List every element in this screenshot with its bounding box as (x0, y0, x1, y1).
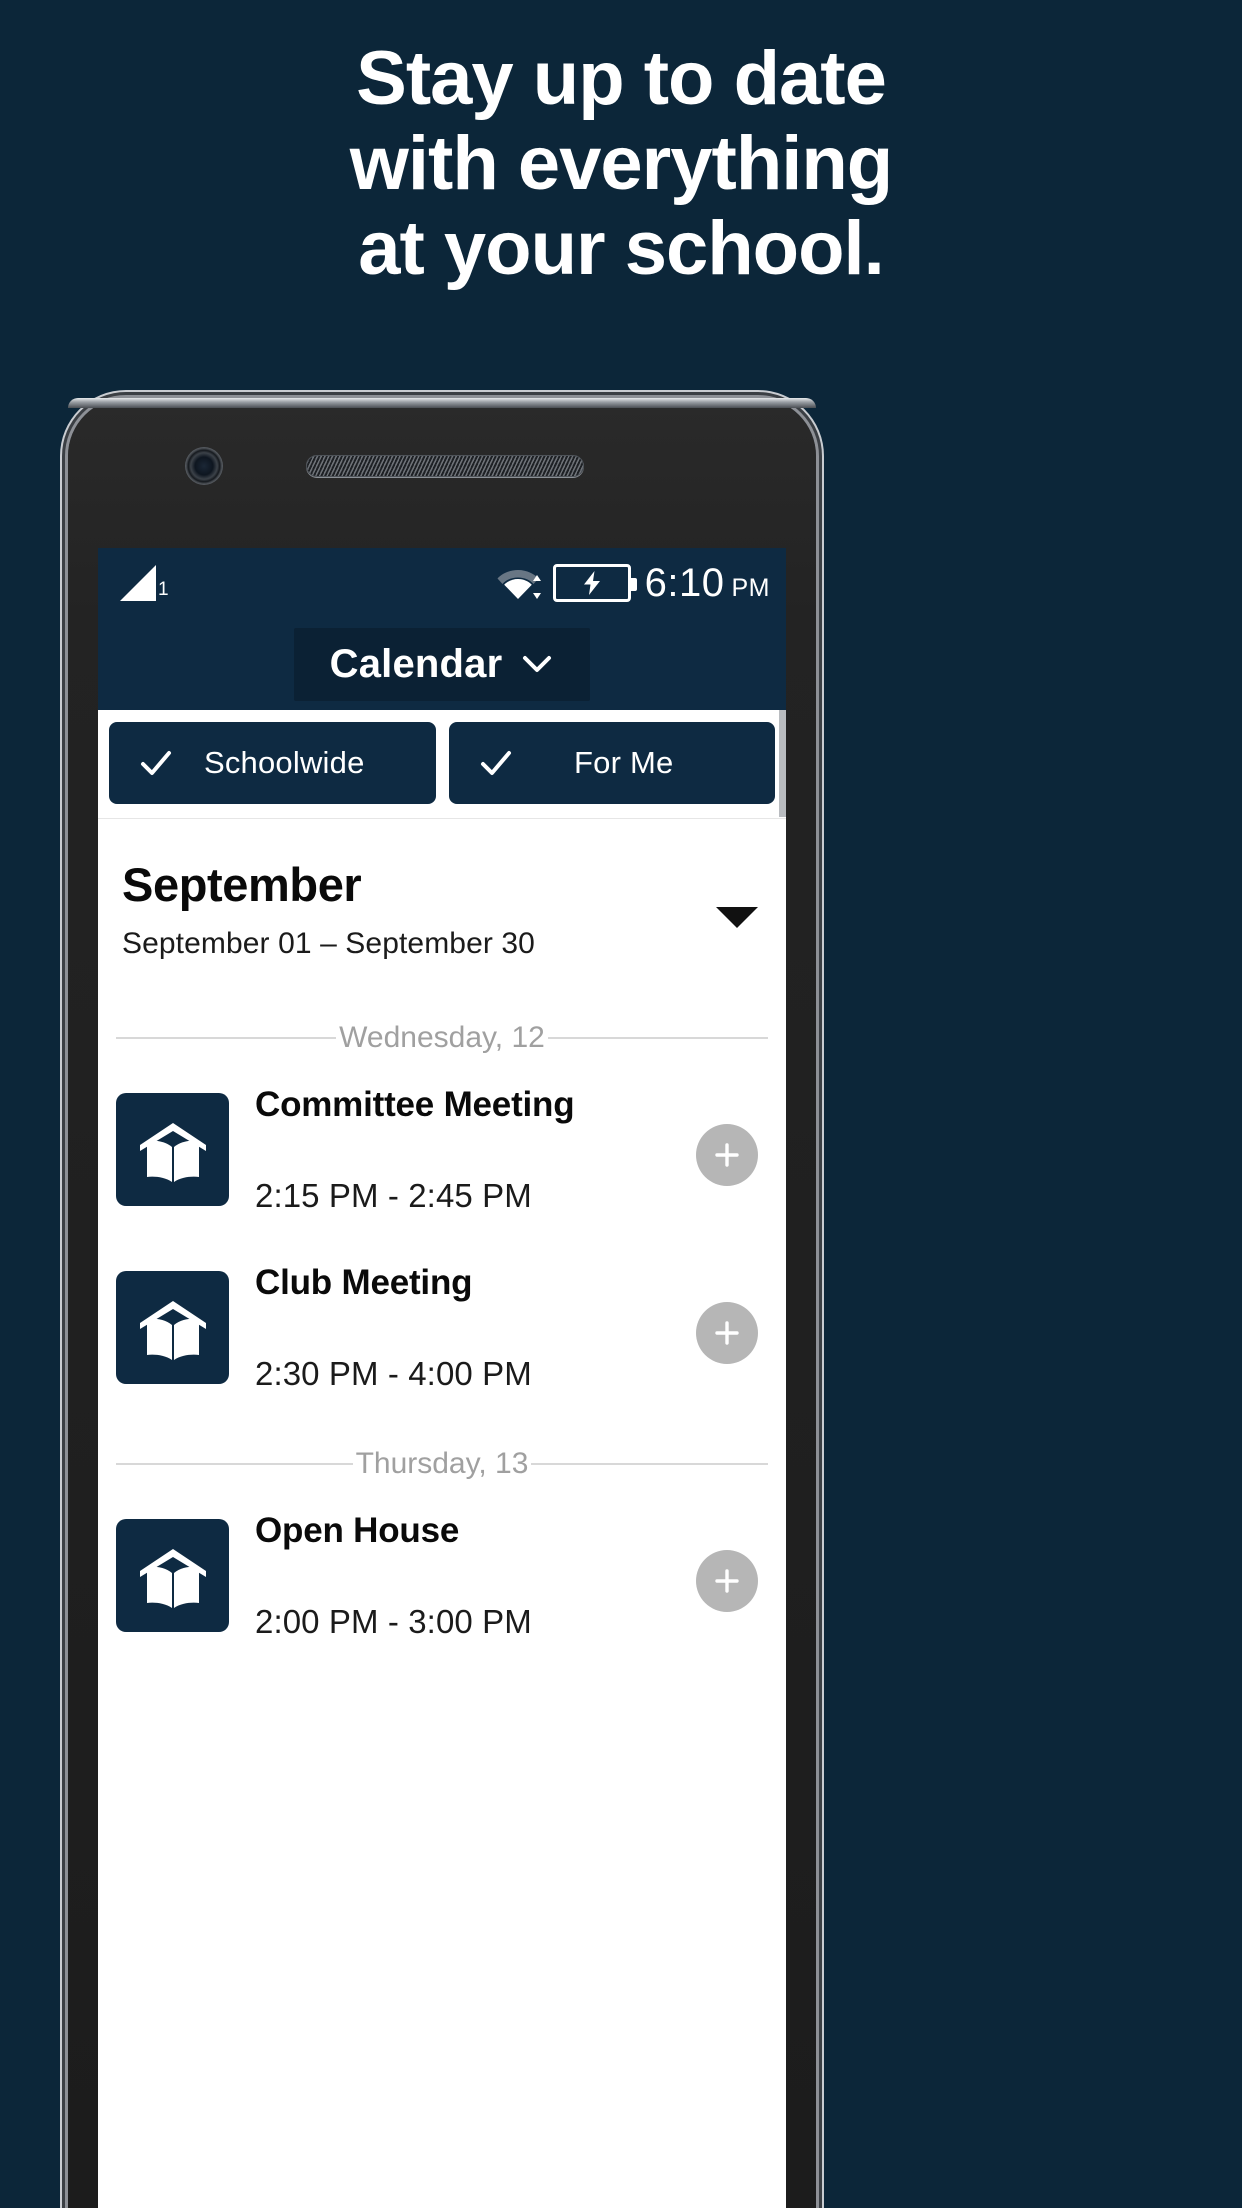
list-item[interactable]: Club Meeting 2:30 PM - 4:00 PM (98, 1243, 786, 1421)
add-to-calendar-button[interactable] (696, 1124, 758, 1186)
school-book-icon (116, 1519, 229, 1632)
add-to-calendar-button[interactable] (696, 1302, 758, 1364)
divider-rule-left (116, 1463, 353, 1465)
screenshot-root: Stay up to date with everything at your … (0, 0, 1242, 2208)
phone-top-edge (68, 398, 816, 408)
wifi-icon (497, 566, 541, 600)
clock-ampm: PM (731, 573, 770, 602)
school-book-icon (116, 1271, 229, 1384)
list-item[interactable]: Open House 2:00 PM - 3:00 PM (98, 1491, 786, 1669)
event-details: Committee Meeting 2:15 PM - 2:45 PM (229, 1085, 696, 1215)
divider-rule-right (531, 1463, 768, 1465)
day-divider-label: Wednesday, 12 (339, 1021, 545, 1054)
status-bar: 1 6:10 PM (98, 548, 786, 618)
battery-charging-icon (552, 564, 637, 602)
list-item[interactable]: Committee Meeting 2:15 PM - 2:45 PM (98, 1065, 786, 1243)
divider-rule-left (116, 1037, 337, 1039)
check-icon (139, 746, 173, 780)
status-bar-right: 6:10 PM (497, 561, 770, 606)
plus-icon (715, 1321, 739, 1345)
status-bar-left: 1 (120, 565, 169, 601)
chevron-down-icon (520, 647, 554, 681)
headline-line-3: at your school. (358, 206, 885, 291)
phone-mockup: 1 6:10 PM Calendar Schoolwide For Me Sep… (68, 398, 816, 2208)
day-divider: Thursday, 13 (98, 1421, 786, 1491)
calendar-filter-bar: Schoolwide For Me (98, 710, 786, 819)
filter-chip-for-me[interactable]: For Me (448, 722, 775, 804)
day-divider-label: Thursday, 13 (355, 1447, 529, 1480)
clock-time: 6:10 (644, 560, 725, 605)
event-title: Club Meeting (255, 1263, 473, 1302)
marketing-headline: Stay up to date with everything at your … (0, 36, 1242, 291)
divider-rule-right (547, 1037, 769, 1039)
check-icon (479, 746, 513, 780)
filter-chip-label: Schoolwide (203, 745, 365, 780)
month-header: September September 01 – September 30 (98, 819, 786, 995)
front-camera-icon (186, 448, 222, 484)
school-book-icon (116, 1093, 229, 1206)
event-title: Open House (255, 1511, 460, 1550)
event-time: 2:15 PM - 2:45 PM (255, 1177, 532, 1214)
page-title: September (122, 858, 362, 911)
status-bar-clock: 6:10 PM (645, 561, 770, 606)
filter-chip-label: For Me (574, 745, 674, 780)
sim-indicator-label: 1 (158, 579, 169, 600)
caret-down-icon[interactable] (716, 907, 758, 928)
signal-bars-icon (120, 565, 156, 601)
app-bar-title: Calendar (329, 641, 503, 686)
day-divider: Wednesday, 12 (98, 995, 786, 1065)
earpiece-speaker (306, 455, 584, 477)
plus-icon (715, 1143, 739, 1167)
headline-line-1: Stay up to date (356, 36, 887, 121)
plus-icon (715, 1569, 739, 1593)
event-details: Club Meeting 2:30 PM - 4:00 PM (229, 1263, 696, 1393)
filter-chip-schoolwide[interactable]: Schoolwide (109, 722, 436, 804)
event-title: Committee Meeting (255, 1085, 575, 1124)
calendar-section-selector[interactable]: Calendar (293, 627, 591, 701)
event-time: 2:30 PM - 4:00 PM (255, 1355, 532, 1392)
app-bar: Calendar (98, 618, 786, 710)
add-to-calendar-button[interactable] (696, 1550, 758, 1612)
event-details: Open House 2:00 PM - 3:00 PM (229, 1511, 696, 1641)
event-time: 2:00 PM - 3:00 PM (255, 1603, 532, 1640)
month-date-range: September 01 – September 30 (122, 927, 535, 960)
headline-line-2: with everything (349, 121, 893, 206)
list-scrollbar[interactable] (779, 710, 786, 817)
device-screen: 1 6:10 PM Calendar Schoolwide For Me Sep… (98, 548, 786, 2208)
